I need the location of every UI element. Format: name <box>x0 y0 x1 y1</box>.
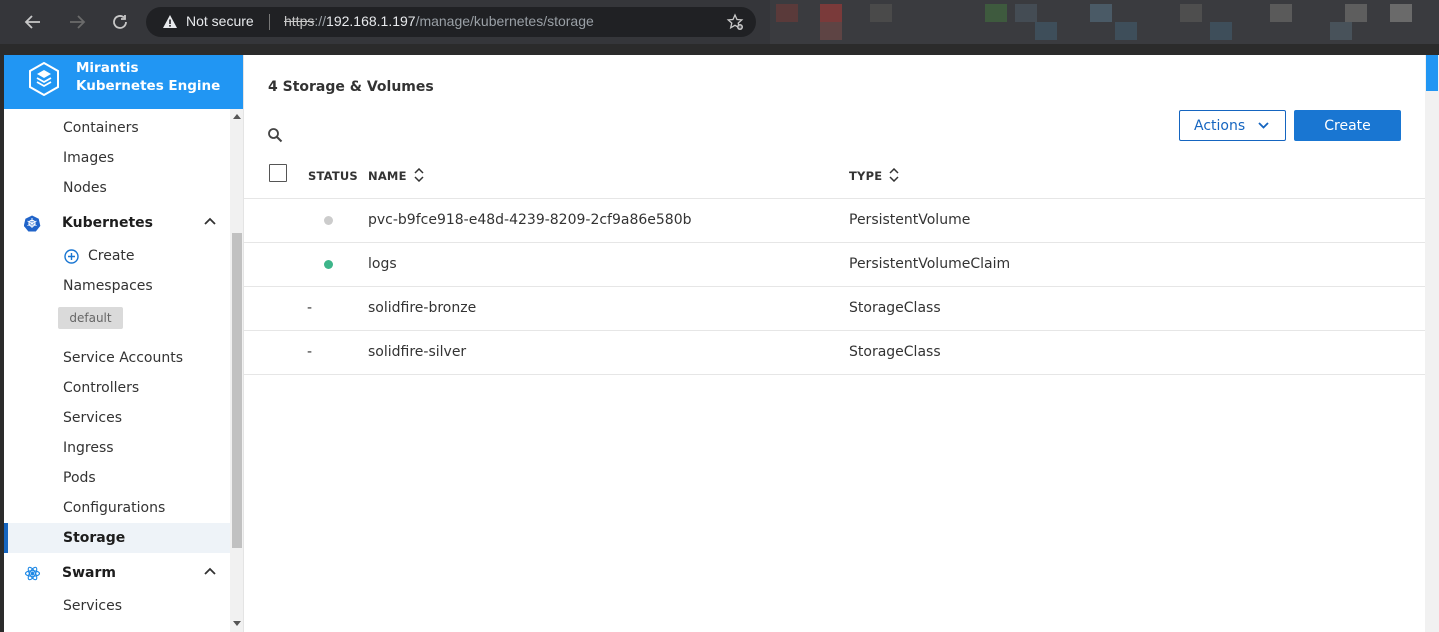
namespace-badge[interactable]: default <box>58 307 123 329</box>
browser-toolbar: Not secure https://192.168.1.197/manage/… <box>0 0 1439 44</box>
sidebar-item-nodes[interactable]: Nodes <box>4 173 230 203</box>
table-header: STATUS NAME TYPE <box>244 154 1425 199</box>
url-path: /manage/kubernetes/storage <box>415 13 594 29</box>
create-button[interactable]: Create <box>1294 110 1401 141</box>
column-header-name[interactable]: NAME <box>368 168 424 183</box>
back-button[interactable] <box>20 9 46 35</box>
bookmark-star-icon[interactable] <box>726 13 744 31</box>
column-header-name-label: NAME <box>368 169 407 183</box>
sidebar-item-storage[interactable]: Storage <box>4 523 230 553</box>
sidebar-section-kubernetes[interactable]: Kubernetes <box>4 208 230 238</box>
brand-header[interactable]: Mirantis Kubernetes Engine <box>4 55 243 109</box>
main-scroll-thumb[interactable] <box>1426 55 1438 91</box>
sidebar-item-images[interactable]: Images <box>4 143 230 173</box>
url-text[interactable]: https://192.168.1.197/manage/kubernetes/… <box>284 13 594 29</box>
status-dot-active <box>324 260 333 269</box>
chevron-down-icon <box>1258 122 1269 129</box>
row-type: StorageClass <box>849 300 941 316</box>
kubernetes-icon <box>24 215 41 232</box>
app-window: Mirantis Kubernetes Engine Containers Im… <box>4 44 1439 632</box>
sidebar: Mirantis Kubernetes Engine Containers Im… <box>4 55 244 632</box>
column-header-type-label: TYPE <box>849 169 883 183</box>
sidebar-scroll-thumb[interactable] <box>232 233 242 548</box>
security-label[interactable]: Not secure <box>186 13 254 29</box>
actions-button-label: Actions <box>1194 117 1246 134</box>
sidebar-nav: Containers Images Nodes Kubernetes Creat… <box>4 109 230 632</box>
reload-icon <box>113 15 127 29</box>
sidebar-item-services[interactable]: Services <box>4 403 230 433</box>
address-bar[interactable]: Not secure https://192.168.1.197/manage/… <box>146 7 756 37</box>
search-icon[interactable] <box>267 127 283 143</box>
status-dot-inactive <box>324 216 333 225</box>
window-top-strip <box>4 44 1439 55</box>
blurred-extensions <box>770 0 1439 44</box>
sort-icon[interactable] <box>889 168 900 182</box>
storage-table: STATUS NAME TYPE pvc-b9fce918-e48d-4239-… <box>244 154 1425 375</box>
url-separator: :// <box>314 13 327 29</box>
sidebar-item-create[interactable]: Create <box>4 241 230 271</box>
sidebar-section-label: Kubernetes <box>62 215 153 231</box>
sidebar-section-swarm[interactable]: Swarm <box>4 558 230 588</box>
row-status: - <box>307 300 313 316</box>
brand-name: Mirantis Kubernetes Engine <box>76 59 220 95</box>
select-all-checkbox[interactable] <box>269 164 287 182</box>
arrow-right-icon <box>70 15 86 29</box>
url-scheme: https <box>284 13 315 29</box>
sidebar-item-controllers[interactable]: Controllers <box>4 373 230 403</box>
table-row[interactable]: logs PersistentVolumeClaim <box>244 243 1425 287</box>
sidebar-item-namespaces[interactable]: Namespaces <box>4 271 230 301</box>
swarm-icon <box>24 566 41 581</box>
row-name[interactable]: pvc-b9fce918-e48d-4239-8209-2cf9a86e580b <box>368 212 692 228</box>
forward-button[interactable] <box>64 9 90 35</box>
sidebar-item-swarm-services[interactable]: Services <box>4 591 230 621</box>
brand-line-2: Kubernetes Engine <box>76 78 221 94</box>
page-title: 4 Storage & Volumes <box>268 79 434 95</box>
plus-circle-icon <box>64 249 79 264</box>
row-name[interactable]: solidfire-silver <box>368 344 466 360</box>
main-scrollbar[interactable] <box>1425 55 1439 632</box>
sort-icon[interactable] <box>414 168 424 182</box>
row-name[interactable]: solidfire-bronze <box>368 300 476 316</box>
chevron-up-icon[interactable] <box>204 567 216 575</box>
brand-line-1: Mirantis <box>76 60 139 76</box>
scroll-up-arrow-icon[interactable] <box>233 113 241 119</box>
sidebar-item-configurations[interactable]: Configurations <box>4 493 230 523</box>
omnibox-divider <box>269 14 270 30</box>
chevron-up-icon[interactable] <box>204 217 216 225</box>
sidebar-item-containers[interactable]: Containers <box>4 113 230 143</box>
scroll-down-arrow-icon[interactable] <box>233 621 241 627</box>
mirantis-logo-icon <box>29 62 59 96</box>
row-type: StorageClass <box>849 344 941 360</box>
row-type: PersistentVolume <box>849 212 971 228</box>
table-row[interactable]: pvc-b9fce918-e48d-4239-8209-2cf9a86e580b… <box>244 199 1425 243</box>
sidebar-item-service-accounts[interactable]: Service Accounts <box>4 343 230 373</box>
column-header-status: STATUS <box>308 169 358 183</box>
sidebar-item-ingress[interactable]: Ingress <box>4 433 230 463</box>
row-name[interactable]: logs <box>368 256 397 272</box>
column-header-type[interactable]: TYPE <box>849 168 900 183</box>
actions-button[interactable]: Actions <box>1179 110 1286 141</box>
main-content: 4 Storage & Volumes Actions Create STATU… <box>244 55 1425 632</box>
arrow-left-icon <box>24 15 40 29</box>
reload-button[interactable] <box>107 9 133 35</box>
table-row[interactable]: - solidfire-silver StorageClass <box>244 331 1425 375</box>
row-status: - <box>307 344 313 360</box>
sidebar-item-create-label: Create <box>88 248 135 264</box>
url-host: 192.168.1.197 <box>326 13 416 29</box>
warning-icon <box>163 15 177 28</box>
table-row[interactable]: - solidfire-bronze StorageClass <box>244 287 1425 331</box>
row-type: PersistentVolumeClaim <box>849 256 1011 272</box>
sidebar-item-pods[interactable]: Pods <box>4 463 230 493</box>
sidebar-section-label: Swarm <box>62 565 116 581</box>
